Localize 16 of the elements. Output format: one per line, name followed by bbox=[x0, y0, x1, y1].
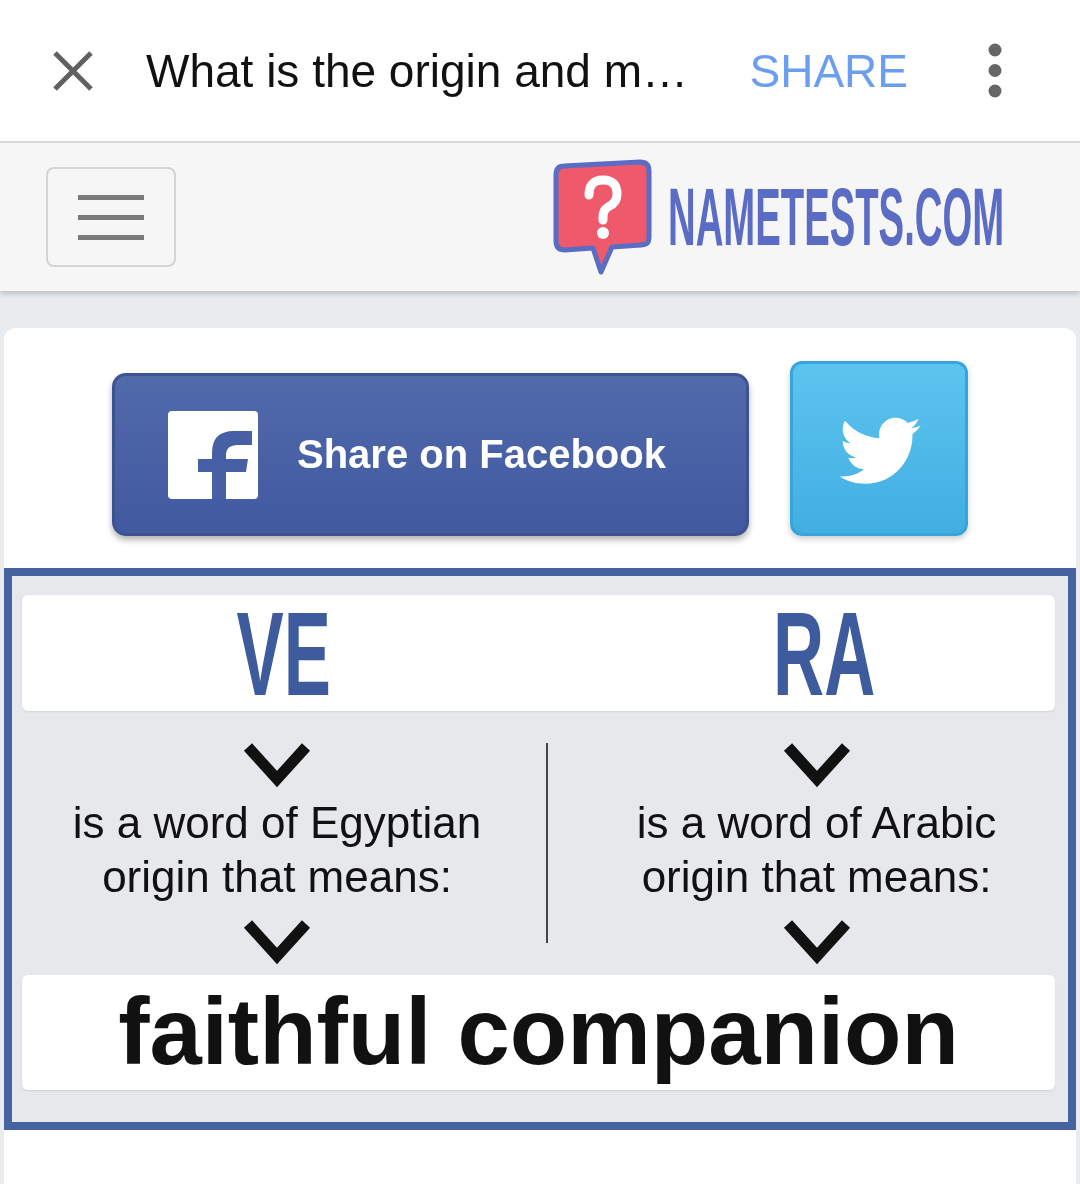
menu-button[interactable] bbox=[46, 167, 176, 267]
page-title: What is the origin and m… bbox=[146, 43, 688, 98]
meaning-text: faithful companion bbox=[118, 978, 959, 1087]
share-button[interactable]: SHARE bbox=[749, 43, 908, 98]
close-icon[interactable] bbox=[52, 49, 94, 92]
more-options-icon[interactable] bbox=[988, 43, 1002, 98]
name-syllable: RA bbox=[773, 595, 876, 713]
facebook-f-icon bbox=[168, 410, 258, 499]
twitter-share-button[interactable] bbox=[790, 361, 968, 536]
site-logo-text[interactable]: NAMETESTS.COM bbox=[668, 176, 1005, 258]
origin-description: is a word of Arabic origin that means: bbox=[635, 797, 998, 903]
facebook-share-button[interactable]: Share on Facebook bbox=[112, 373, 749, 536]
name-syllable: VE bbox=[236, 595, 332, 713]
origin-description: is a word of Egyptian origin that means: bbox=[71, 797, 483, 903]
menu-icon bbox=[78, 194, 144, 240]
question-bubble-icon bbox=[552, 159, 652, 275]
